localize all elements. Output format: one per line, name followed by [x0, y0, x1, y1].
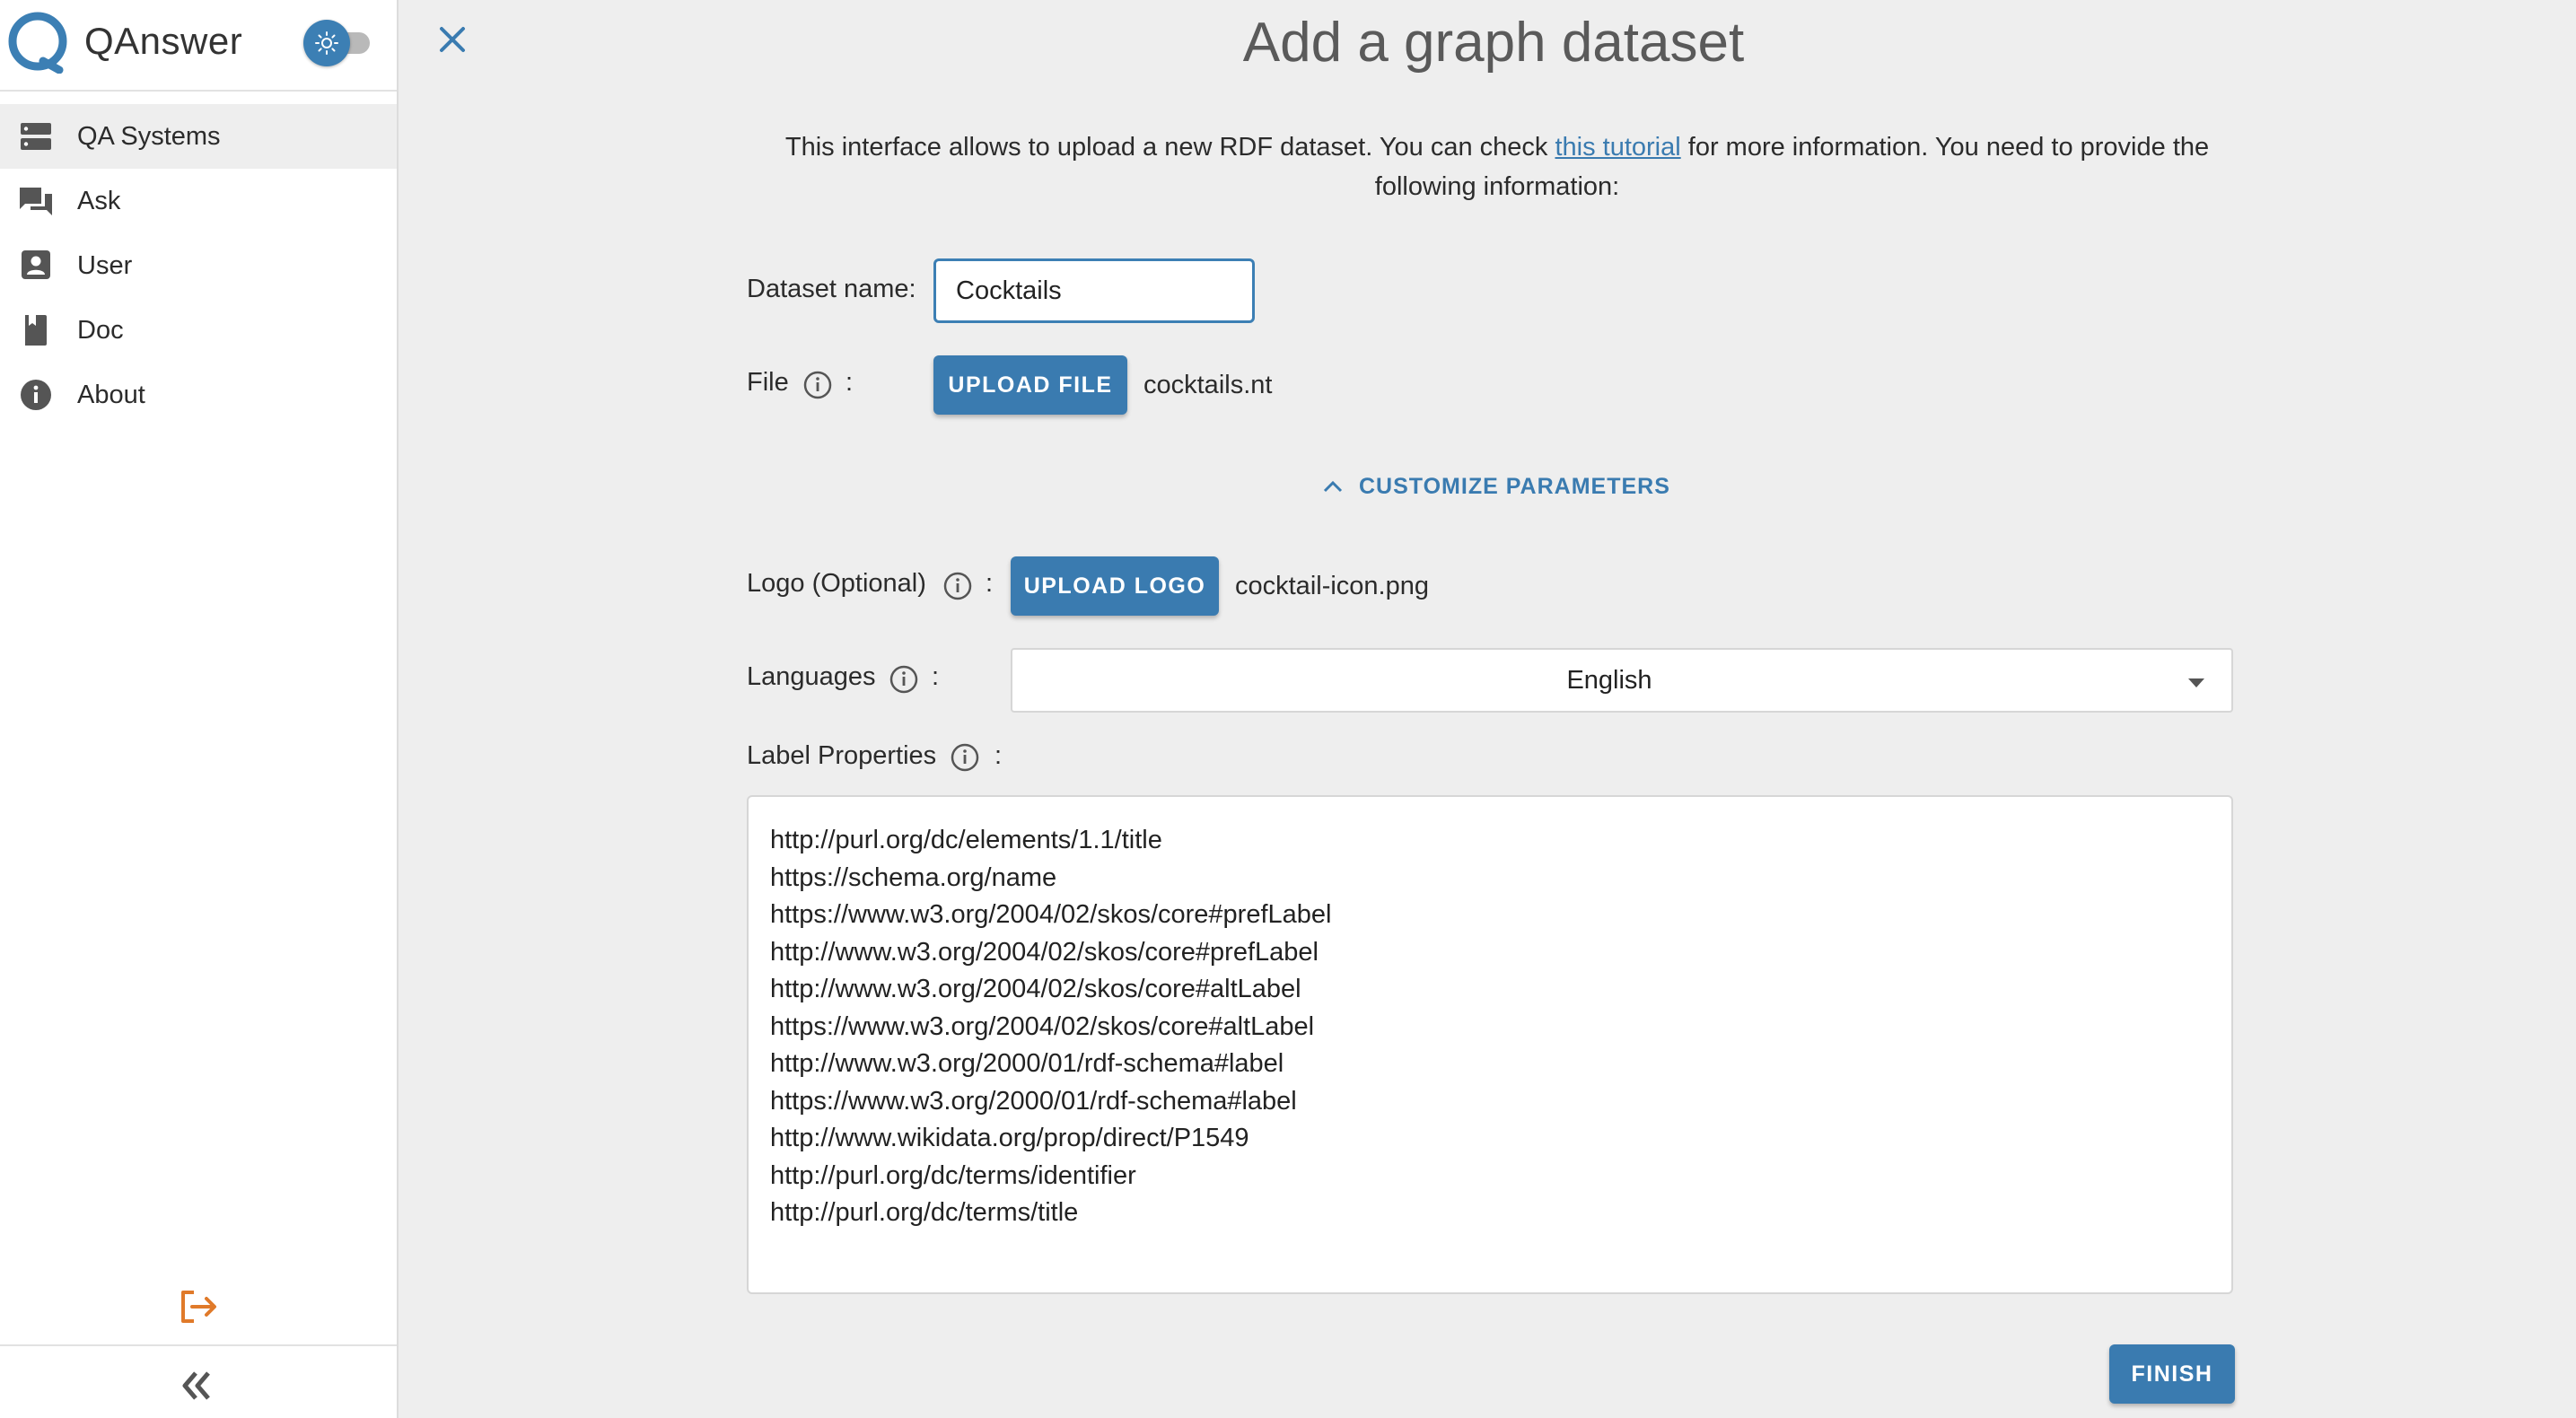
sidebar-item-label: User [77, 251, 133, 280]
tutorial-link[interactable]: this tutorial [1555, 133, 1680, 162]
intro-text: This interface allows to upload a new RD… [752, 127, 2242, 206]
sidebar: QAnswer QA Systems Ask User Doc About [0, 0, 399, 1418]
brand-name: QAnswer [84, 20, 243, 62]
dataset-name-input[interactable] [933, 258, 1255, 323]
chat-icon [20, 188, 52, 215]
info-outline-icon[interactable] [950, 742, 980, 773]
sidebar-item-label: Ask [77, 187, 121, 215]
dataset-name-label: Dataset name: [747, 275, 916, 303]
label-properties-label: Label Properties [747, 741, 937, 770]
toggle-thumb [303, 20, 350, 66]
sun-icon [315, 31, 338, 55]
caret-down-icon [2188, 678, 2204, 687]
upload-file-button[interactable]: UPLOAD FILE [933, 355, 1127, 415]
main-content: Add a graph dataset This interface allow… [399, 0, 2576, 1418]
file-label: File [747, 368, 789, 397]
finish-button[interactable]: FINISH [2109, 1344, 2235, 1404]
brand-header: QAnswer [0, 0, 397, 92]
info-outline-icon[interactable] [942, 571, 973, 601]
sidebar-item-user[interactable]: User [0, 233, 397, 298]
book-icon [25, 315, 47, 346]
theme-toggle[interactable] [303, 20, 375, 66]
upload-logo-button[interactable]: UPLOAD LOGO [1011, 556, 1219, 616]
customize-parameters-label: CUSTOMIZE PARAMETERS [1359, 473, 1670, 499]
qanswer-logo-icon [8, 12, 67, 74]
languages-label: Languages [747, 662, 876, 691]
page-title: Add a graph dataset [1242, 12, 1745, 74]
server-icon [21, 123, 51, 150]
languages-colon: : [932, 662, 940, 691]
logout-icon[interactable] [176, 1285, 219, 1328]
label-properties-colon: : [994, 741, 1003, 770]
logo-file-name: cocktail-icon.png [1235, 572, 1429, 600]
sidebar-item-qa-systems[interactable]: QA Systems [0, 104, 397, 169]
logo-colon: : [986, 569, 994, 598]
sidebar-item-doc[interactable]: Doc [0, 298, 397, 363]
double-chevron-left-icon[interactable] [178, 1368, 217, 1404]
sidebar-item-label: About [77, 381, 145, 409]
collapse-sidebar-bar [0, 1344, 397, 1418]
info-outline-icon[interactable] [802, 370, 833, 400]
logo-label: Logo (Optional) [747, 569, 926, 598]
app: QAnswer QA Systems Ask User Doc About Ad… [0, 0, 2576, 1418]
languages-select[interactable]: English [1011, 648, 2233, 713]
label-properties-textarea[interactable]: http://purl.org/dc/elements/1.1/title ht… [747, 795, 2233, 1294]
file-name: cocktails.nt [1143, 371, 1273, 399]
info-outline-icon[interactable] [889, 664, 919, 695]
sidebar-item-ask[interactable]: Ask [0, 169, 397, 233]
languages-selected-value: English [1566, 666, 1652, 695]
customize-parameters-toggle[interactable]: CUSTOMIZE PARAMETERS [1323, 468, 1670, 504]
intro-text-before: This interface allows to upload a new RD… [784, 133, 1555, 162]
sidebar-nav: QA Systems Ask User Doc About [0, 104, 397, 427]
user-icon [22, 250, 50, 279]
sidebar-item-about[interactable]: About [0, 363, 397, 427]
file-colon: : [846, 368, 854, 397]
chevron-up-icon [1323, 480, 1343, 493]
sidebar-item-label: Doc [77, 316, 124, 345]
info-icon [21, 380, 51, 410]
sidebar-item-label: QA Systems [77, 122, 221, 151]
